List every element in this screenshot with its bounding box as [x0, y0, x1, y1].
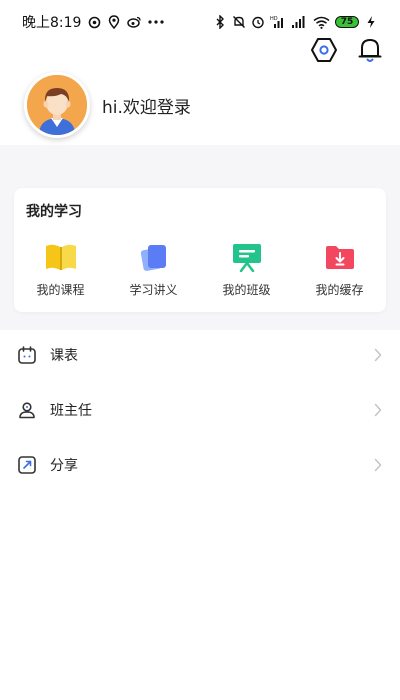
avatar[interactable] [24, 72, 90, 138]
profile-header[interactable]: hi.欢迎登录 [24, 72, 191, 138]
study-item-label: 学习讲义 [129, 283, 178, 297]
menu-item-label: 分享 [50, 457, 78, 474]
signal-hd-icon: HD [270, 15, 286, 29]
settings-hexagon-icon [311, 38, 337, 62]
silent-bell-icon [232, 15, 246, 29]
chevron-right-icon [372, 402, 384, 418]
bell-icon [358, 39, 382, 62]
location-pin-icon [107, 15, 121, 29]
more-dots-icon [147, 15, 165, 29]
menu-item-schedule[interactable]: 课表 [0, 327, 400, 382]
battery-level: 75 [335, 16, 359, 28]
my-study-items: 我的课程 学习讲义 我的班级 我的缓存 [14, 240, 386, 298]
teacher-icon [16, 399, 38, 421]
study-item-handouts[interactable]: 学习讲义 [107, 240, 200, 298]
study-item-my-class[interactable]: 我的班级 [200, 240, 293, 298]
download-folder-icon [323, 240, 357, 274]
blackboard-icon [230, 240, 264, 274]
open-book-icon [44, 240, 78, 274]
menu-item-share[interactable]: 分享 [0, 437, 400, 492]
swirl-app-icon [87, 15, 101, 29]
chevron-right-icon [372, 347, 384, 363]
status-time: 晚上8:19 [22, 15, 82, 31]
handout-cards-icon [137, 240, 171, 274]
weibo-icon [127, 15, 142, 29]
my-study-title: 我的学习 [26, 204, 82, 220]
share-icon [16, 454, 38, 476]
wifi-icon [312, 15, 330, 29]
my-study-card: 我的学习 我的课程 学习讲义 我的班级 我的缓存 [14, 188, 386, 312]
study-item-label: 我的课程 [36, 283, 85, 297]
charging-bolt-icon [364, 15, 378, 29]
login-greeting[interactable]: hi.欢迎登录 [102, 93, 191, 118]
chevron-right-icon [372, 457, 384, 473]
hd-badge-text: HD [270, 16, 278, 22]
study-item-my-cache[interactable]: 我的缓存 [293, 240, 386, 298]
alarm-clock-icon [251, 15, 265, 29]
avatar-boy-icon [27, 75, 87, 135]
settings-button[interactable] [308, 34, 340, 66]
calendar-icon [16, 344, 38, 366]
study-item-label: 我的班级 [222, 283, 271, 297]
header-actions [308, 34, 386, 66]
menu-item-label: 班主任 [50, 402, 92, 419]
study-item-my-courses[interactable]: 我的课程 [14, 240, 107, 298]
menu-item-label: 课表 [50, 347, 78, 364]
study-item-label: 我的缓存 [315, 283, 364, 297]
menu-list: 课表 班主任 分享 [0, 327, 400, 492]
signal-bars-icon [291, 15, 307, 29]
notification-button[interactable] [354, 34, 386, 66]
bluetooth-icon [213, 15, 227, 29]
menu-item-head-teacher[interactable]: 班主任 [0, 382, 400, 437]
